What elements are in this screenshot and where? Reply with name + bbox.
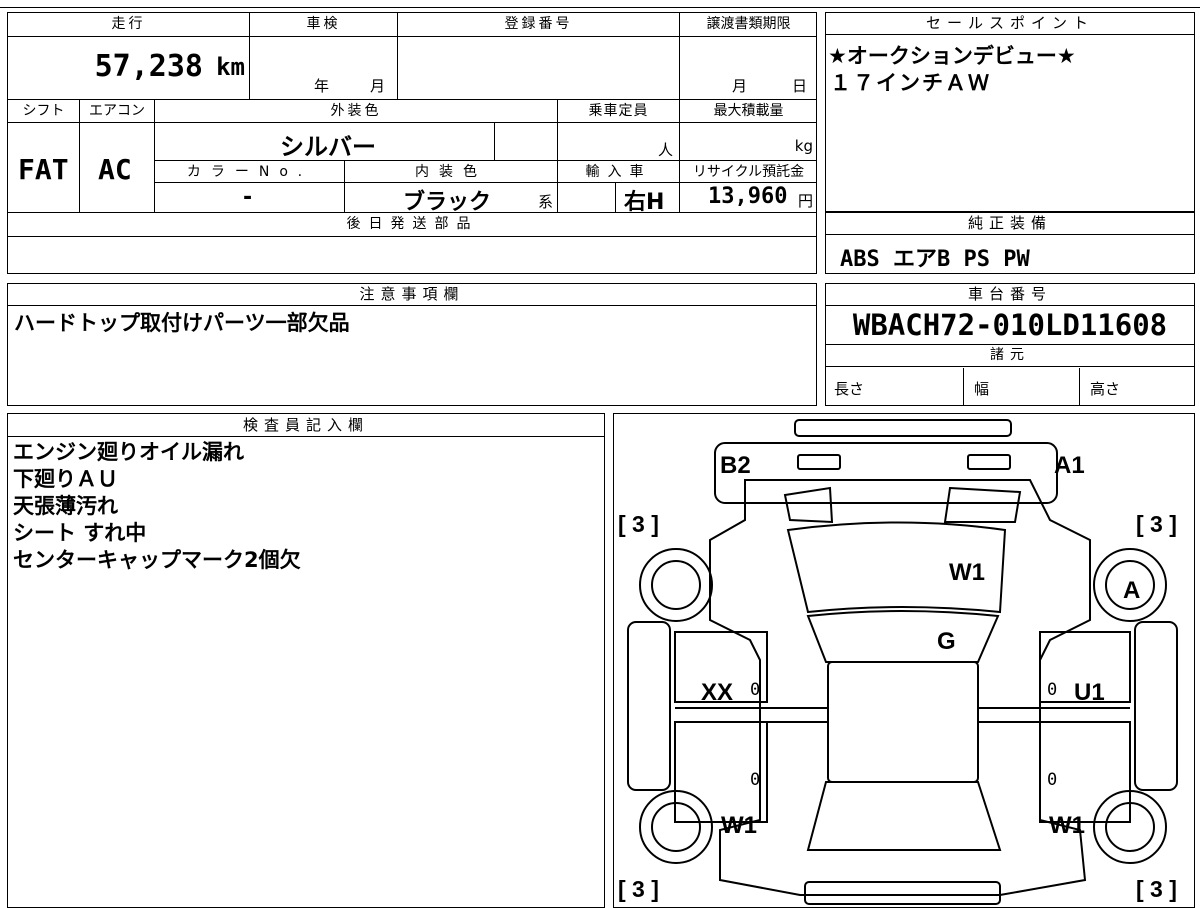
inspection-label: 車検 <box>250 13 398 37</box>
door-mark-zero-2: 0 <box>1047 680 1058 700</box>
transfer-deadline-cell: 月 日 <box>680 37 817 100</box>
later-parts-cell <box>8 237 817 273</box>
tire-depth-rear-left: [ 3 ] <box>618 876 659 902</box>
max-load-label: 最大積載量 <box>680 100 817 123</box>
chassis-label: 車台番号 <box>826 284 1194 306</box>
max-load-unit: kg <box>794 137 813 155</box>
inspection-cell: 年 月 <box>250 37 398 100</box>
mark-g-hood: G <box>937 628 956 655</box>
tire-depth-front-right: [ 3 ] <box>1136 511 1177 537</box>
sales-point-line-2: １７インチＡＷ <box>830 71 991 95</box>
ac-label: エアコン <box>80 100 155 123</box>
capacity-cell: 人 <box>558 123 680 161</box>
recycle-label: リサイクル預託金 <box>680 161 817 183</box>
tire-depth-front-left: [ 3 ] <box>618 511 659 537</box>
exterior-color-label: 外装色 <box>155 100 558 123</box>
top-strip <box>0 0 1200 8</box>
car-outline-diagram <box>626 418 1178 905</box>
shift-label: シフト <box>8 100 80 123</box>
spec-width-label: 幅 <box>974 380 990 398</box>
sales-points-label: セールスポイント <box>826 13 1194 35</box>
spec-width-cell: 幅 <box>964 368 1080 405</box>
mark-xx-door: XX <box>701 679 734 706</box>
recycle-cell: 13,960 円 <box>680 183 817 213</box>
standard-equipment-box: 純正装備 ABS エアB PS PW <box>825 212 1195 274</box>
max-load-cell: kg <box>680 123 817 161</box>
door-mark-zero-3: 0 <box>750 770 761 790</box>
interior-color-value: ブラック <box>403 190 492 215</box>
recycle-value: 13,960 <box>708 184 788 209</box>
car-diagram-box: B2 A1 W1 A G XX U1 W1 W1 [ 3 ] [ 3 ] [ 3… <box>613 413 1195 908</box>
standard-equipment-value: ABS エアB PS PW <box>840 247 1030 272</box>
inspector-line-5: センターキャップマーク2個欠 <box>13 548 301 572</box>
capacity-unit: 人 <box>657 141 673 159</box>
transfer-deadline-label: 譲渡書類期限 <box>680 13 817 37</box>
registration-cell <box>398 37 680 100</box>
exterior-color-value: シルバー <box>280 133 376 161</box>
chassis-box: 車台番号 WBACH72-010LD11608 諸元 長さ 幅 高さ <box>825 283 1195 406</box>
mark-w1-left-wheel: W1 <box>721 812 757 839</box>
spec-length-cell: 長さ <box>826 368 964 405</box>
inspection-month-unit: 月 <box>370 77 386 95</box>
inspector-line-4: シート すれ中 <box>13 521 147 545</box>
color-no-cell: - <box>155 183 345 213</box>
inspector-label: 検査員記入欄 <box>8 414 604 437</box>
shift-value: FAT <box>18 153 69 186</box>
door-mark-zero-1: 0 <box>750 680 761 700</box>
sales-point-line-1: ★オークションデビュー★ <box>828 44 1076 68</box>
mark-b2: B2 <box>720 452 751 479</box>
mark-u1-door: U1 <box>1074 679 1105 706</box>
exterior-color-extra-cell <box>495 123 558 161</box>
door-mark-zero-4: 0 <box>1047 770 1058 790</box>
shift-cell: FAT <box>8 123 80 213</box>
import-empty-cell <box>558 183 616 213</box>
mark-w1-windscreen: W1 <box>949 559 985 586</box>
mark-a-wheel: A <box>1123 577 1141 604</box>
mileage-label: 走行 <box>8 13 250 37</box>
recycle-unit: 円 <box>797 192 813 210</box>
chassis-value: WBACH72-010LD11608 <box>826 306 1194 345</box>
transfer-month-unit: 月 <box>732 77 748 95</box>
tire-depth-rear-right: [ 3 ] <box>1136 876 1177 902</box>
exterior-color-cell: シルバー <box>155 123 495 161</box>
ac-cell: AC <box>80 123 155 213</box>
inspector-line-2: 下廻りＡＵ <box>13 467 118 491</box>
interior-color-label: 内装色 <box>345 161 558 183</box>
color-no-value: - <box>243 185 253 210</box>
caution-label: 注意事項欄 <box>8 284 816 306</box>
spec-height-cell: 高さ <box>1080 368 1193 405</box>
mileage-value: 57,238 <box>94 49 203 84</box>
sales-points-box: セールスポイント ★オークションデビュー★ １７インチＡＷ <box>825 12 1195 212</box>
color-no-label: カラーNo. <box>155 161 345 183</box>
import-value: 右H <box>624 190 665 215</box>
caution-box: 注意事項欄 ハードトップ取付けパーツ一部欠品 <box>7 283 817 406</box>
mark-w1-right-wheel: W1 <box>1049 812 1085 839</box>
mark-a1: A1 <box>1054 452 1085 479</box>
ac-value: AC <box>98 153 132 186</box>
later-parts-label: 後日発送部品 <box>8 213 817 237</box>
vehicle-info-grid: 走行 車検 登録番号 譲渡書類期限 57,238 km 年 月 月 日 シフト … <box>7 12 817 274</box>
standard-equipment-label: 純正装備 <box>826 213 1194 235</box>
interior-color-suffix: 系 <box>537 193 553 211</box>
inspector-line-3: 天張薄汚れ <box>13 494 118 518</box>
inspector-line-1: エンジン廻りオイル漏れ <box>13 440 244 464</box>
mileage-unit: km <box>216 53 245 81</box>
spec-height-label: 高さ <box>1090 380 1121 398</box>
import-label: 輸入車 <box>558 161 680 183</box>
mileage-cell: 57,238 km <box>8 37 250 100</box>
inspector-box: 検査員記入欄 エンジン廻りオイル漏れ 下廻りＡＵ 天張薄汚れ シート すれ中 セ… <box>7 413 605 908</box>
spec-length-label: 長さ <box>834 380 865 398</box>
import-cell: 右H <box>616 183 680 215</box>
transfer-day-unit: 日 <box>792 77 808 95</box>
registration-label: 登録番号 <box>398 13 680 37</box>
caution-value: ハードトップ取付けパーツ一部欠品 <box>14 311 350 335</box>
capacity-label: 乗車定員 <box>558 100 680 123</box>
interior-color-cell: ブラック 系 <box>345 183 558 215</box>
specs-label: 諸元 <box>826 345 1194 367</box>
inspection-year-unit: 年 <box>314 77 330 95</box>
